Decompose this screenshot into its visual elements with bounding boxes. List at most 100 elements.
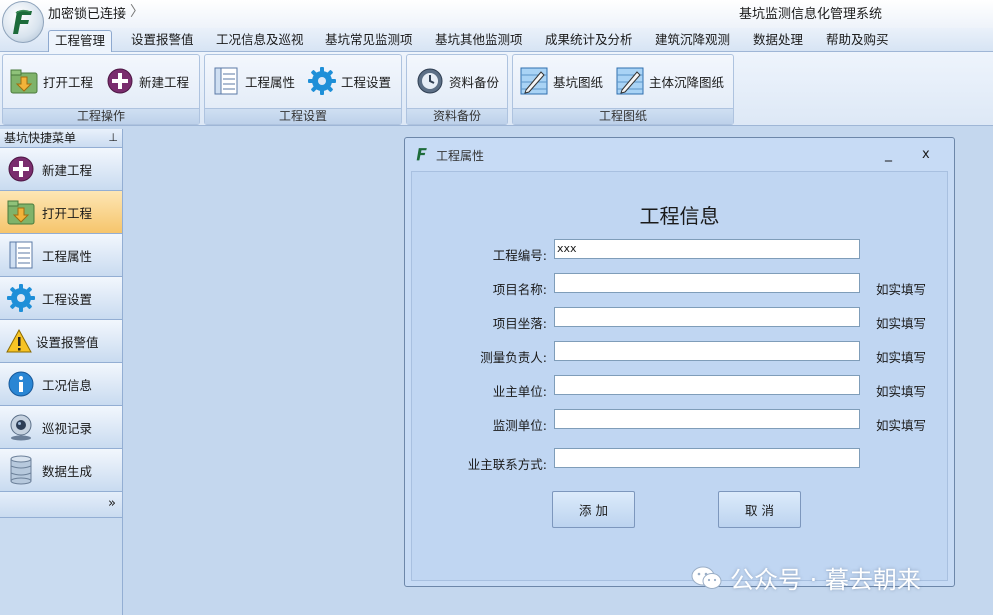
pit-drawing-button[interactable]: 基坑图纸	[519, 65, 603, 97]
side-item-project-properties[interactable]: 工程属性	[0, 234, 122, 277]
settlement-drawing-label: 主体沉降图纸	[649, 74, 725, 90]
side-item-open-project[interactable]: 打开工程	[0, 191, 122, 234]
monitoring-unit-input[interactable]	[554, 409, 860, 429]
properties-list-icon	[211, 66, 241, 96]
tab-project-management[interactable]: 工程管理	[48, 30, 113, 52]
side-item-alarm-settings[interactable]: 设置报警值	[0, 320, 122, 363]
owner-contact-label: 业主联系方式:	[467, 457, 547, 472]
new-project-label: 新建工程	[139, 74, 190, 90]
add-button[interactable]: 添 加	[552, 491, 635, 528]
tab-statistics-analysis[interactable]: 成果统计及分析	[539, 30, 639, 52]
tab-settlement-observation[interactable]: 建筑沉降观测	[649, 30, 736, 52]
tab-alarm-settings[interactable]: 设置报警值	[125, 30, 200, 52]
info-icon	[6, 369, 36, 399]
title-bar: 加密锁已连接 〉 基坑监测信息化管理系统	[0, 0, 993, 28]
ribbon-group-backup: 资料备份 资料备份	[406, 54, 508, 125]
dialog-body: 工程信息 工程编号: xxx 项目名称: 如实填写 项目坐落: 如实填写 测量负…	[411, 171, 948, 581]
data-backup-button[interactable]: 资料备份	[415, 65, 499, 97]
side-item-new-project[interactable]: 新建工程	[0, 148, 122, 191]
dialog-title-bar[interactable]: 工程属性 _ x	[405, 138, 954, 170]
quick-menu-panel: 基坑快捷菜单 ⊥ 新建工程 打开工程 工程属性 工程设置 设置报警值 工况信息 …	[0, 129, 123, 615]
project-name-label: 项目名称:	[492, 282, 547, 297]
tab-data-processing[interactable]: 数据处理	[747, 30, 809, 52]
backup-clock-icon	[415, 66, 445, 96]
minimize-icon[interactable]: _	[885, 146, 892, 162]
side-item-label: 巡视记录	[42, 420, 93, 436]
open-folder-icon	[9, 66, 39, 96]
drawing-icon	[519, 66, 549, 96]
project-properties-label: 工程属性	[245, 74, 296, 90]
settlement-drawing-button[interactable]: 主体沉降图纸	[615, 65, 724, 97]
owner-contact-input[interactable]	[554, 448, 860, 468]
tab-help-purchase[interactable]: 帮助及购买	[820, 30, 895, 52]
warning-icon	[6, 326, 32, 356]
side-item-label: 工程属性	[42, 248, 93, 264]
field-hint: 如实填写	[876, 316, 927, 331]
side-item-conditions-info[interactable]: 工况信息	[0, 363, 122, 406]
tab-common-monitoring[interactable]: 基坑常见监测项	[319, 30, 419, 52]
project-name-input[interactable]	[554, 273, 860, 293]
project-settings-button[interactable]: 工程设置	[307, 65, 391, 97]
lock-status-text: 加密锁已连接	[48, 7, 127, 22]
field-hint: 如实填写	[876, 282, 927, 297]
ribbon-group-project-ops: 打开工程 新建工程 工程操作	[2, 54, 200, 125]
quick-menu-title: 基坑快捷菜单	[4, 131, 77, 145]
double-chevron-icon: »	[108, 496, 116, 511]
side-item-patrol-records[interactable]: 巡视记录	[0, 406, 122, 449]
quick-menu-header: 基坑快捷菜单 ⊥	[0, 129, 122, 148]
project-properties-dialog: 工程属性 _ x 工程信息 工程编号: xxx 项目名称: 如实填写 项目坐落:…	[404, 137, 955, 587]
app-logo-button[interactable]	[2, 1, 44, 43]
tab-conditions-patrol[interactable]: 工况信息及巡视	[210, 30, 310, 52]
close-icon[interactable]: x	[922, 147, 930, 162]
plus-circle-icon	[6, 154, 36, 184]
cancel-button[interactable]: 取 消	[718, 491, 801, 528]
gear-icon	[307, 66, 337, 96]
ribbon-group-label: 工程图纸	[513, 108, 733, 124]
tab-other-monitoring[interactable]: 基坑其他监测项	[429, 30, 529, 52]
open-project-button[interactable]: 打开工程	[9, 65, 93, 97]
expand-menu-button[interactable]: »	[0, 492, 122, 518]
project-location-input[interactable]	[554, 307, 860, 327]
ribbon-group-label: 资料备份	[407, 108, 507, 124]
side-item-label: 新建工程	[42, 162, 93, 178]
ribbon-group-drawings: 基坑图纸 主体沉降图纸 工程图纸	[512, 54, 734, 125]
new-project-button[interactable]: 新建工程	[105, 65, 189, 97]
ribbon-group-label: 工程操作	[3, 108, 199, 124]
survey-lead-label: 测量负责人:	[480, 350, 547, 365]
side-item-label: 工程设置	[42, 291, 93, 307]
ribbon-group-project-settings: 工程属性 工程设置 工程设置	[204, 54, 402, 125]
form-title: 工程信息	[639, 204, 720, 228]
side-item-project-settings[interactable]: 工程设置	[0, 277, 122, 320]
watermark-text: 公众号 · 暮去朝来	[730, 566, 921, 594]
project-number-input[interactable]: xxx	[554, 239, 860, 259]
side-item-data-generation[interactable]: 数据生成	[0, 449, 122, 492]
open-project-label: 打开工程	[43, 74, 94, 90]
field-hint: 如实填写	[876, 350, 927, 365]
app-logo-icon	[13, 9, 32, 34]
quick-access-chevron-icon[interactable]: 〉	[130, 1, 144, 21]
project-number-label: 工程编号:	[492, 248, 547, 263]
gear-icon	[6, 283, 36, 313]
side-item-label: 设置报警值	[36, 334, 99, 350]
dialog-title: 工程属性	[436, 149, 485, 163]
app-logo-icon	[415, 146, 429, 165]
pit-drawing-label: 基坑图纸	[553, 74, 604, 90]
watermark: 公众号 · 暮去朝来	[690, 560, 921, 595]
project-location-label: 项目坐落:	[492, 316, 547, 331]
side-item-label: 工况信息	[42, 377, 93, 393]
owner-unit-input[interactable]	[554, 375, 860, 395]
project-properties-button[interactable]: 工程属性	[211, 65, 295, 97]
field-hint: 如实填写	[876, 384, 927, 399]
project-settings-label: 工程设置	[341, 74, 392, 90]
monitoring-unit-label: 监测单位:	[492, 418, 547, 433]
drawing-icon	[615, 66, 645, 96]
pin-icon[interactable]: ⊥	[108, 129, 118, 147]
database-icon	[6, 455, 36, 485]
ribbon: 打开工程 新建工程 工程操作 工程属性 工程设置 工程设置 资料备份 资料备份 …	[0, 52, 993, 126]
wechat-icon	[691, 566, 722, 589]
open-folder-icon	[6, 197, 36, 227]
survey-lead-input[interactable]	[554, 341, 860, 361]
side-item-label: 打开工程	[42, 205, 93, 221]
menu-bar: 工程管理 设置报警值 工况信息及巡视 基坑常见监测项 基坑其他监测项 成果统计及…	[0, 28, 993, 52]
window-title: 基坑监测信息化管理系统	[739, 7, 883, 22]
